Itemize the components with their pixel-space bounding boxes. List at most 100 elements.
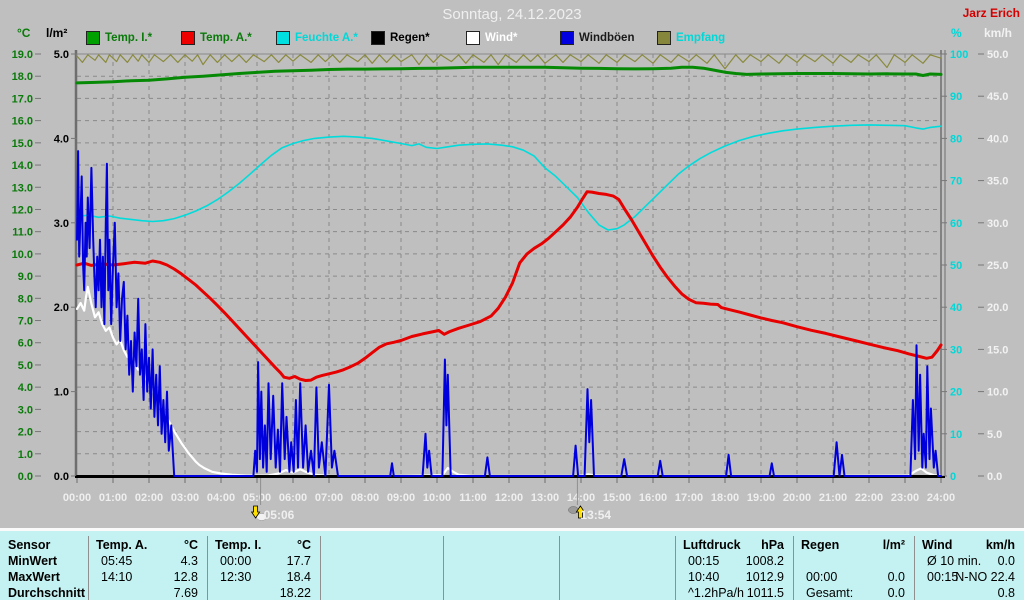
svg-text:2.0: 2.0 [54,302,69,314]
table-value: 0.0 [887,570,905,584]
table-value: 18.22 [279,586,311,600]
sensor-statistics-table: Sensor MinWert MaxWert Durchschnitt Temp. A.… [0,528,1024,600]
column-divider [320,536,321,600]
table-column-unit: l/m² [882,538,905,552]
table-value: 1011.5 [746,586,784,600]
svg-text:0.0: 0.0 [987,471,1002,483]
svg-text:10:00: 10:00 [423,492,451,504]
column-divider [793,536,794,600]
table-value: 0.0 [997,554,1015,568]
svg-text:18:00: 18:00 [711,492,739,504]
table-value: N-NO 22.4 [955,570,1015,584]
column-divider [559,536,560,600]
svg-text:40.0: 40.0 [987,133,1008,145]
svg-text:16:00: 16:00 [639,492,667,504]
svg-text:20:00: 20:00 [783,492,811,504]
svg-text:00:00: 00:00 [63,492,91,504]
table-value-time: Ø 10 min. [927,554,982,568]
sun-icon [568,506,579,514]
svg-text:0.0: 0.0 [54,471,69,483]
x-axis-labels: 00:00 01:00 02:00 03:00 04:00 05:00 06:00 07:00… [63,492,955,504]
svg-text:14.0: 14.0 [12,160,33,172]
table-value-time: 00:00 [806,570,838,584]
svg-text:50.0: 50.0 [987,49,1008,61]
svg-text:1.0: 1.0 [54,387,69,399]
svg-text:3.0: 3.0 [54,218,69,230]
svg-text:3.0: 3.0 [18,404,33,416]
svg-text:04:00: 04:00 [207,492,235,504]
marker-time-label: 05:06 [264,508,295,522]
svg-text:10.0: 10.0 [12,249,33,261]
svg-text:22:00: 22:00 [855,492,883,504]
table-column-unit: hPa [761,538,784,552]
column-divider [914,536,915,600]
table-value-time: Gesamt: [806,586,854,600]
svg-text:02:00: 02:00 [135,492,163,504]
svg-text:4.0: 4.0 [54,133,69,145]
svg-text:60: 60 [950,218,962,230]
svg-text:15:00: 15:00 [603,492,631,504]
svg-text:40: 40 [950,302,962,314]
svg-text:19:00: 19:00 [747,492,775,504]
svg-text:100: 100 [950,49,968,61]
svg-text:11.0: 11.0 [12,227,33,239]
svg-text:12.0: 12.0 [12,204,33,216]
svg-text:19.0: 19.0 [12,49,33,61]
svg-text:80: 80 [950,133,962,145]
table-value: 4.3 [180,554,198,568]
axis-spines [74,50,946,483]
table-column-unit: °C [296,538,311,552]
table-column-name: Temp. I. [215,538,262,552]
table-value: 18.4 [286,570,311,584]
svg-text:4.0: 4.0 [18,382,33,394]
table-value-time: 14:10 [101,570,133,584]
svg-text:6.0: 6.0 [18,338,33,350]
table-column-name: Regen [801,538,840,552]
table-column-unit: km/h [985,538,1015,552]
svg-text:06:00: 06:00 [279,492,307,504]
svg-text:24:00: 24:00 [927,492,955,504]
svg-text:0: 0 [950,471,956,483]
table-value-time: 00:15 [927,570,959,584]
svg-text:03:00: 03:00 [171,492,199,504]
table-row-label: Sensor [8,538,51,552]
svg-text:05:00: 05:00 [243,492,271,504]
table-column-name: Luftdruck [683,538,741,552]
svg-text:23:00: 23:00 [891,492,919,504]
svg-text:13:00: 13:00 [531,492,559,504]
table-value: 7.69 [173,586,198,600]
weather-day-chart[interactable]: 0.0 1.0 2.0 3.0 4.0 5.0 6.0 7.0 8.0 9.0 10.0 11.0 12… [0,0,1024,528]
table-value: 0.0 [887,586,905,600]
svg-text:08:00: 08:00 [351,492,379,504]
svg-text:30.0: 30.0 [987,218,1008,230]
table-column-name: Temp. A. [96,538,148,552]
table-value-time: 05:45 [101,554,133,568]
svg-text:15.0: 15.0 [987,344,1008,356]
grid-lines [77,54,941,476]
svg-text:8.0: 8.0 [18,293,33,305]
svg-text:09:00: 09:00 [387,492,415,504]
svg-text:90: 90 [950,91,962,103]
table-column-unit: °C [183,538,198,552]
svg-text:01:00: 01:00 [99,492,127,504]
marker-time-label: 13:54 [580,508,611,522]
svg-text:0.0: 0.0 [18,471,33,483]
svg-text:5.0: 5.0 [18,360,33,372]
svg-text:18.0: 18.0 [12,71,33,83]
column-divider [443,536,444,600]
wind-axis-labels: 0.0 5.0 10.0 15.0 20.0 25.0 30.0 35.0 40.0 45.0 50… [978,49,1008,483]
svg-text:11:00: 11:00 [459,492,487,504]
svg-text:20: 20 [950,387,962,399]
table-value-time: 00:00 [220,554,252,568]
svg-text:5.0: 5.0 [54,49,69,61]
table-value: 12.8 [173,570,198,584]
table-value-time: ^1.2hPa/h [688,586,744,600]
svg-text:15.0: 15.0 [12,138,33,150]
svg-text:16.0: 16.0 [12,116,33,128]
svg-text:21:00: 21:00 [819,492,847,504]
temp-axis-labels: 0.0 1.0 2.0 3.0 4.0 5.0 6.0 7.0 8.0 9.0 10.0 11.0 12… [12,49,41,483]
column-divider [88,536,89,600]
svg-text:14:00: 14:00 [567,492,595,504]
table-value: 1008.2 [745,554,784,568]
table-row-label: MinWert [8,554,58,568]
